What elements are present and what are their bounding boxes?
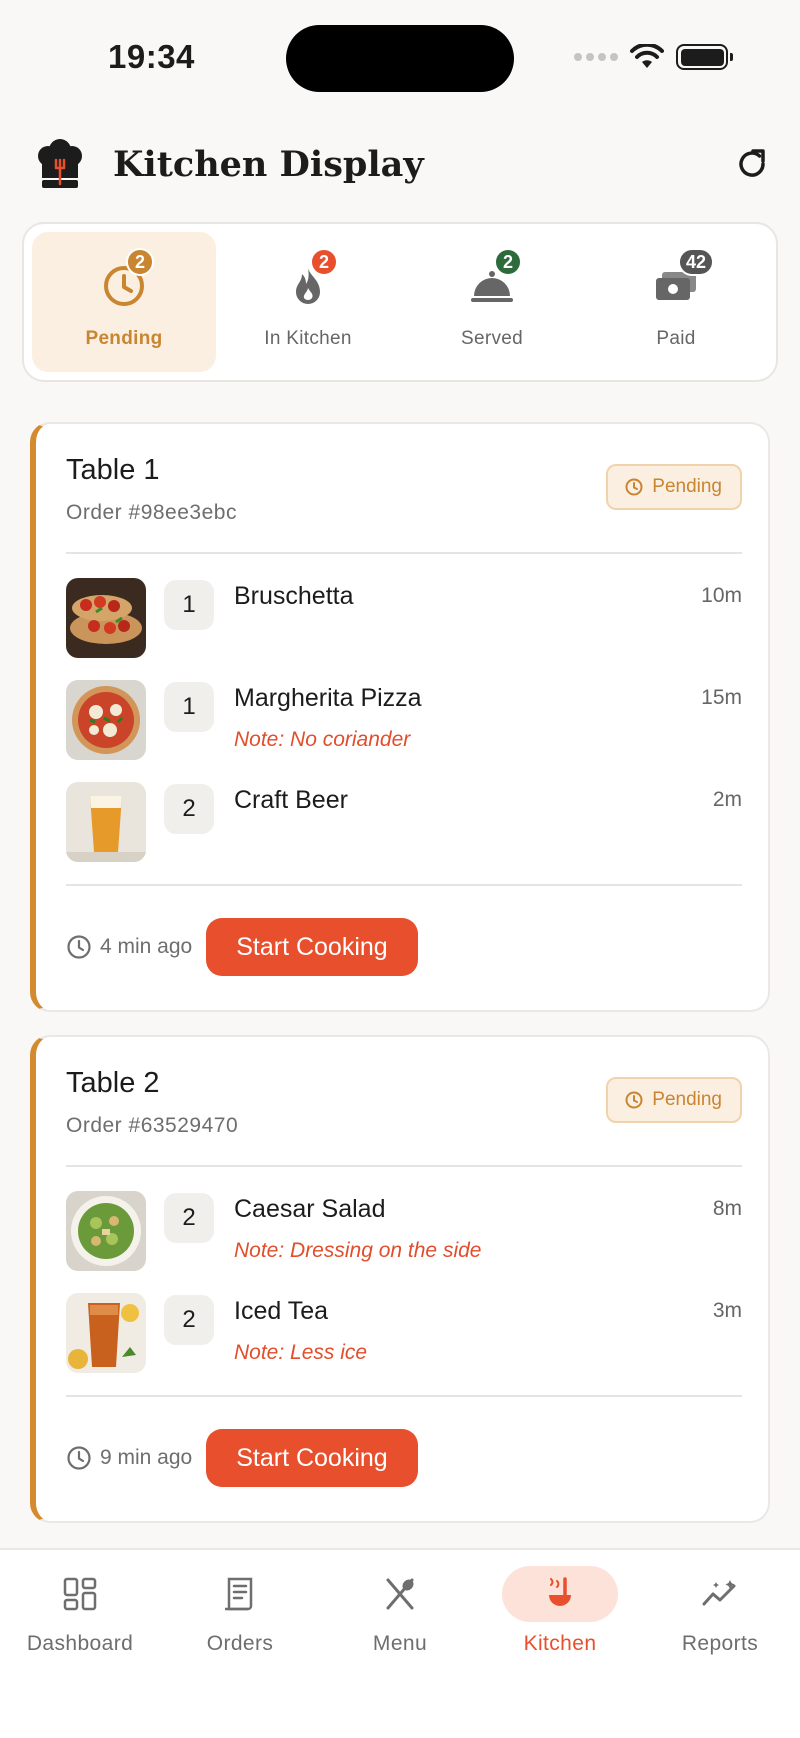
status-badge: Pending [606,1077,742,1123]
item-prep-time: 10m [701,584,742,607]
status-time: 19:34 [108,38,195,75]
nav-label: Kitchen [523,1632,597,1655]
craft-beer-image [66,782,146,862]
clock-icon [625,1091,643,1109]
nav-reports[interactable]: Reports [640,1550,800,1738]
order-item: 2 Craft Beer 2m [66,782,742,864]
item-prep-time: 15m [701,686,742,709]
app-header: Kitchen Display [0,130,800,200]
order-item: 1 Margherita Pizza Note: No coriander 15… [66,680,742,762]
order-card: Table 1 Order #98ee3ebc Pending 1 Brusch… [30,422,770,1012]
divider [66,884,742,886]
page-title: Kitchen Display [113,144,424,185]
table-name: Table 1 [66,454,160,486]
status-badge-label: Pending [652,476,722,497]
bruschetta-image [66,578,146,658]
order-number: Order #63529470 [66,1114,239,1137]
wifi-icon [630,44,664,68]
status-bar: 19:34 [0,0,800,110]
item-note: Note: Dressing on the side [234,1239,482,1262]
clock-icon [67,1446,91,1470]
refresh-button[interactable] [730,142,774,186]
in-kitchen-count-badge: 2 [310,248,338,276]
start-cooking-button[interactable]: Start Cooking [206,1429,418,1487]
tab-label: Served [460,328,523,349]
elapsed-label: 4 min ago [100,935,193,958]
order-number: Order #98ee3ebc [66,501,237,524]
item-name: Caesar Salad [234,1195,386,1223]
item-quantity: 2 [164,784,214,834]
bottom-nav: Dashboard Orders Menu Kitchen Reports [0,1548,800,1738]
elapsed-time: 9 min ago [66,1445,192,1471]
order-card: Table 2 Order #63529470 Pending 2 Caesar… [30,1035,770,1523]
item-prep-time: 2m [712,788,742,811]
clock-icon [67,935,91,959]
item-quantity: 1 [164,682,214,732]
item-note: Note: Less ice [234,1341,368,1364]
nav-label: Menu [372,1632,428,1655]
nav-dashboard[interactable]: Dashboard [0,1550,160,1738]
dashboard-icon [63,1577,97,1611]
tab-label: In Kitchen [264,328,352,349]
item-quantity: 1 [164,580,214,630]
orders-icon [225,1577,253,1611]
refresh-icon [739,149,765,177]
status-tabs: 2 Pending 2 In Kitchen 2 Served 42 Paid [22,222,778,382]
utensils-icon [386,1578,414,1610]
status-icons [574,44,733,70]
served-count-badge: 2 [494,248,522,276]
nav-label: Orders [206,1632,274,1655]
paid-count-badge: 42 [678,248,715,276]
ladle-icon [549,1577,571,1606]
status-badge: Pending [606,464,742,510]
order-item: 1 Bruschetta 10m [66,578,742,660]
caesar-salad-image [66,1191,146,1271]
item-prep-time: 8m [712,1197,742,1220]
tab-label: Pending [85,328,163,349]
item-quantity: 2 [164,1295,214,1345]
tab-in-kitchen[interactable]: 2 In Kitchen [216,232,400,372]
nav-kitchen[interactable]: Kitchen [480,1550,640,1738]
item-quantity: 2 [164,1193,214,1243]
start-cooking-button[interactable]: Start Cooking [206,918,418,976]
order-item: 2 Caesar Salad Note: Dressing on the sid… [66,1191,742,1273]
status-badge-label: Pending [652,1089,722,1110]
item-note: Note: No coriander [234,728,411,751]
tab-served[interactable]: 2 Served [400,232,584,372]
divider [66,1395,742,1397]
chef-hat-icon [38,139,82,188]
signal-icon [574,53,618,61]
tab-paid[interactable]: 42 Paid [584,232,768,372]
reports-icon [702,1580,736,1606]
nav-menu[interactable]: Menu [320,1550,480,1738]
divider [66,552,742,554]
item-prep-time: 3m [712,1299,742,1322]
item-name: Margherita Pizza [234,684,422,712]
item-name: Craft Beer [234,786,348,814]
margherita-pizza-image [66,680,146,760]
nav-label: Reports [681,1632,759,1655]
iced-tea-image [66,1293,146,1373]
elapsed-time: 4 min ago [66,934,192,960]
battery-icon [676,44,733,70]
pending-count-badge: 2 [126,248,154,276]
nav-label: Dashboard [26,1632,134,1655]
clock-icon [625,478,643,496]
order-item: 2 Iced Tea Note: Less ice 3m [66,1293,742,1375]
tab-pending[interactable]: 2 Pending [32,232,216,372]
divider [66,1165,742,1167]
table-name: Table 2 [66,1067,160,1099]
nav-orders[interactable]: Orders [160,1550,320,1738]
item-name: Bruschetta [234,582,354,610]
elapsed-label: 9 min ago [100,1446,193,1469]
tab-label: Paid [656,328,696,349]
dynamic-island [286,25,514,92]
item-name: Iced Tea [234,1297,329,1325]
